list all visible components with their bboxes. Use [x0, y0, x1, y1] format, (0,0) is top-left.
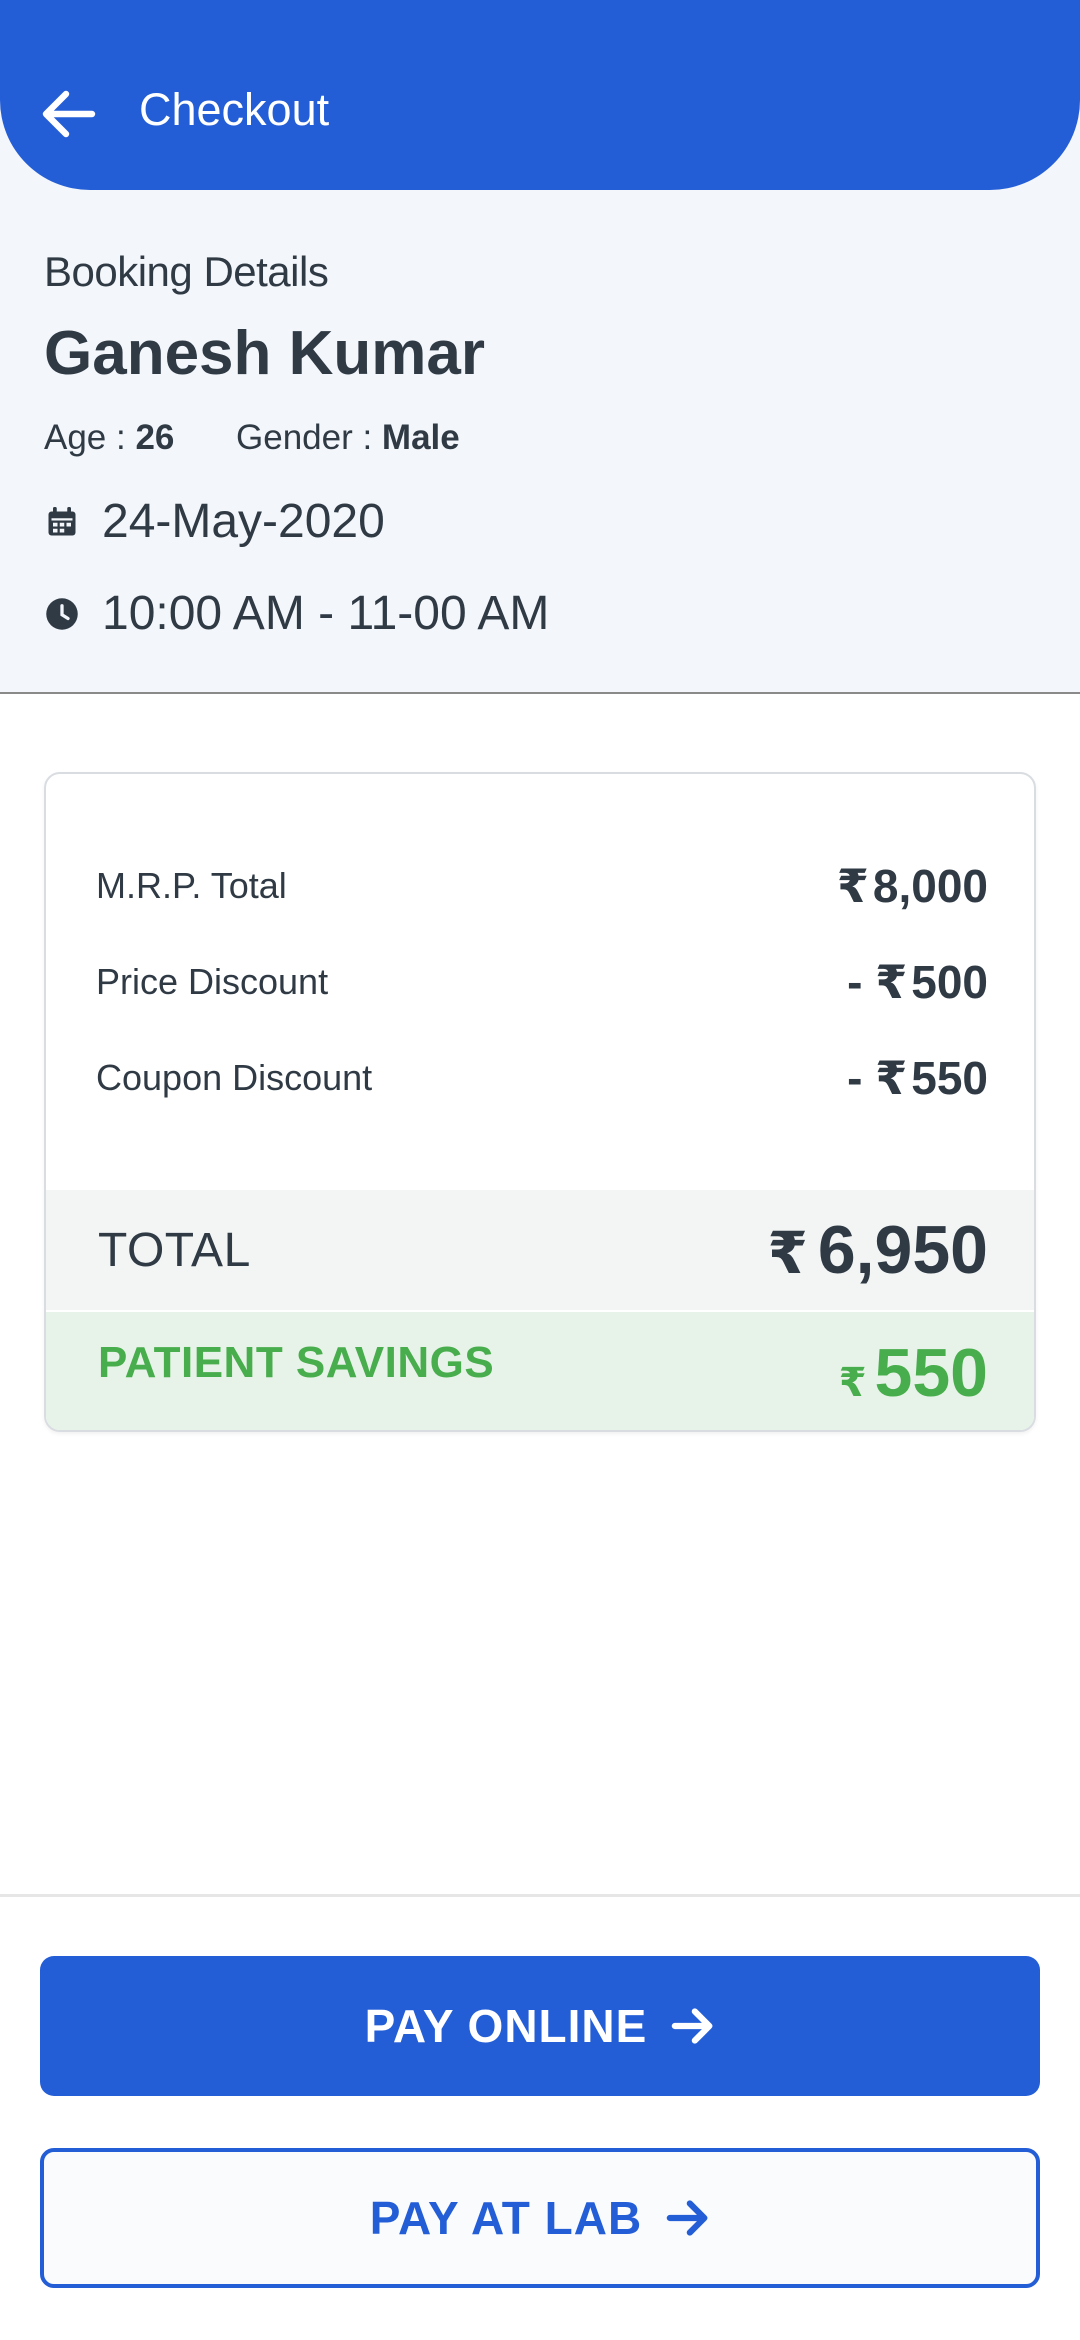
patient-gender: Gender : Male: [236, 418, 460, 458]
booking-date-text: 24-May-2020: [102, 495, 385, 548]
rupee-icon: ₹: [875, 956, 908, 1008]
booking-time: 10:00 AM - 11-00 AM: [44, 586, 549, 641]
coupon-discount-amount: 550: [911, 1052, 988, 1104]
rupee-icon: ₹: [836, 860, 869, 912]
total-amount: 6,950: [817, 1212, 988, 1288]
pay-online-label: PAY ONLINE: [364, 2000, 648, 2052]
patient-savings-row: PATIENT SAVINGS ₹550: [46, 1312, 1034, 1430]
gender-label: Gender :: [236, 418, 382, 457]
coupon-discount-label: Coupon Discount: [96, 1057, 373, 1098]
arrow-left-icon[interactable]: [40, 88, 96, 140]
rupee-icon: ₹: [838, 1361, 867, 1405]
mrp-total-value: ₹8,000: [837, 859, 988, 913]
booking-details-heading: Booking Details: [44, 248, 329, 295]
calendar-icon: [48, 506, 76, 535]
app-header: Checkout: [0, 0, 1080, 190]
patient-savings-label: PATIENT SAVINGS: [98, 1338, 495, 1387]
arrow-right-icon: [672, 2008, 713, 2044]
patient-savings-amount: 550: [874, 1335, 988, 1411]
pay-at-lab-label: PAY AT LAB: [369, 2192, 643, 2244]
coupon-discount-prefix: -: [847, 1052, 876, 1104]
coupon-discount-row: Coupon Discount - ₹550: [96, 1048, 988, 1108]
rupee-icon: ₹: [875, 1052, 908, 1104]
price-discount-value: - ₹500: [847, 955, 988, 1009]
gender-value: Male: [381, 418, 460, 457]
booking-date: 24-May-2020: [44, 494, 385, 549]
price-discount-label: Price Discount: [96, 961, 329, 1002]
arrow-right-icon: [666, 2200, 708, 2236]
pay-online-button[interactable]: PAY ONLINE: [40, 1956, 1040, 2096]
age-label: Age :: [44, 418, 136, 457]
mrp-total-label: M.R.P. Total: [96, 865, 287, 906]
clock-icon: [46, 597, 78, 630]
coupon-discount-value: - ₹550: [847, 1051, 988, 1105]
patient-savings-value: ₹550: [839, 1334, 988, 1412]
price-discount-amount: 500: [911, 956, 988, 1008]
price-discount-row: Price Discount - ₹500: [96, 952, 988, 1012]
booking-time-text: 10:00 AM - 11-00 AM: [102, 587, 550, 640]
total-row: TOTAL ₹6,950: [46, 1190, 1034, 1310]
page-title: Checkout: [139, 84, 330, 135]
pay-at-lab-button[interactable]: PAY AT LAB: [40, 2148, 1040, 2288]
patient-name: Ganesh Kumar: [44, 319, 486, 388]
patient-age: Age : 26: [44, 418, 174, 458]
mrp-total-row: M.R.P. Total ₹8,000: [96, 856, 988, 916]
total-label: TOTAL: [98, 1223, 251, 1277]
age-value: 26: [135, 418, 175, 457]
rupee-icon: ₹: [767, 1221, 808, 1286]
price-discount-prefix: -: [847, 956, 876, 1008]
total-value: ₹6,950: [767, 1211, 988, 1289]
mrp-amount: 8,000: [872, 860, 988, 912]
price-summary-card: M.R.P. Total ₹8,000 Price Discount - ₹50…: [44, 772, 1036, 1432]
